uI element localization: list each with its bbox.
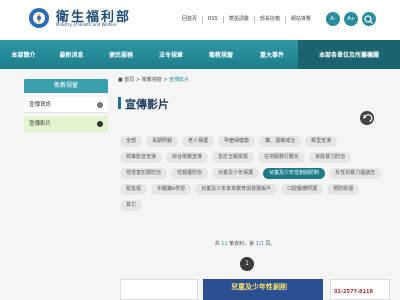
page: 衛生福利部 Ministry of Health and Welfare 回首頁… bbox=[0, 0, 400, 300]
nav-regulations[interactable]: 法令規章 bbox=[146, 40, 196, 69]
sidebar-item-label: 宣傳影片 bbox=[29, 121, 52, 127]
sidebar-heading: 衛教視窗 bbox=[24, 79, 108, 93]
main-nav: 本部簡介 最新消息 便民服務 法令規章 衛教視窗 重大事件 本部各單位及所屬機關 bbox=[0, 40, 400, 69]
ministry-logo-icon[interactable] bbox=[28, 7, 50, 29]
stats-suffix: 頁。 bbox=[265, 241, 276, 247]
top-links: 回首頁 RSS 雙語詞彙 部長信箱 網站導覽 bbox=[177, 16, 316, 23]
filter-tag[interactable]: 家庭暴力防治 bbox=[309, 152, 352, 163]
thumbnail-banner-text: 兒童及少年性剝削 bbox=[231, 283, 287, 291]
filter-tag[interactable]: 預防衛福 bbox=[327, 184, 360, 195]
nav-health-education[interactable]: 衛教視窗 bbox=[196, 40, 246, 69]
nav-services[interactable]: 便民服務 bbox=[96, 40, 146, 69]
sidebar-item-promo-info[interactable]: 宣傳資訊 bbox=[24, 97, 108, 113]
filter-tag[interactable]: 中醫藥e學習 bbox=[151, 184, 192, 195]
toplink-sitemap[interactable]: 網站導覽 bbox=[284, 16, 316, 23]
nav-about[interactable]: 本部簡介 bbox=[0, 40, 47, 69]
video-thumbnail[interactable]: 02-2577-8118 bbox=[330, 279, 390, 300]
filter-tag[interactable]: 兒童及少年性剝削防制 bbox=[263, 168, 326, 179]
toplink-rss[interactable]: RSS bbox=[202, 16, 223, 23]
font-decrease-button[interactable]: A- bbox=[326, 12, 340, 26]
page-1-button[interactable]: 1 bbox=[240, 257, 254, 271]
filter-tag[interactable]: 老人保護 bbox=[182, 136, 215, 147]
video-thumbnail[interactable]: 兒童及少年性剝削 bbox=[203, 279, 323, 300]
filter-tag[interactable]: 鄰里宣導 bbox=[305, 136, 338, 147]
filter-tag[interactable]: 性侵害犯罪防治 bbox=[120, 168, 168, 179]
filter-tag[interactable]: 全部 bbox=[120, 136, 143, 147]
filter-tag[interactable]: 急診五級檢傷 bbox=[212, 152, 255, 163]
toplink-home[interactable]: 回首頁 bbox=[177, 16, 202, 23]
toplink-glossary[interactable]: 雙語詞彙 bbox=[222, 16, 254, 23]
filter-tag[interactable]: 反性別暴力倡議志 bbox=[329, 168, 382, 179]
thumbnail-hotline: 02-2577-8118 bbox=[334, 289, 373, 295]
filter-tag[interactable]: 兒童及少年未來教育與發展帳戶 bbox=[195, 184, 278, 195]
nav-major-events[interactable]: 重大事件 bbox=[246, 40, 298, 69]
site-header: 衛生福利部 Ministry of Health and Welfare 回首頁… bbox=[0, 0, 400, 40]
filter-tag[interactable]: 在地服務行動化 bbox=[258, 152, 306, 163]
filter-tag[interactable]: 綜合衛教宣導 bbox=[166, 152, 209, 163]
stats-count: 11 bbox=[221, 241, 228, 247]
chevron-right-icon bbox=[97, 121, 103, 127]
breadcrumb: ■ 首頁 > 衛教視窗 > 宣傳影片 bbox=[118, 76, 189, 83]
page-title: 宣傳影片 bbox=[125, 98, 169, 111]
video-thumbnail[interactable] bbox=[120, 279, 198, 300]
search-icon bbox=[364, 15, 373, 24]
filter-tag[interactable]: 兒童及少年保護 bbox=[212, 168, 260, 179]
filter-tag[interactable]: 長期照顧 bbox=[146, 136, 179, 147]
filter-tag[interactable]: 口腔醫療照護 bbox=[281, 184, 324, 195]
back-button[interactable] bbox=[360, 111, 374, 125]
breadcrumb-current: 宣傳影片 bbox=[169, 77, 190, 83]
result-stats: 共 11 筆資料，第 1/1 頁。 bbox=[0, 240, 400, 247]
stats-prefix: 共 bbox=[214, 241, 220, 247]
breadcrumb-level1[interactable]: 衛教視窗 bbox=[142, 77, 162, 83]
filter-tag[interactable]: 藥、酒癮戒治 bbox=[259, 136, 302, 147]
stats-page: 1/1 bbox=[255, 241, 264, 247]
stats-mid: 筆資料，第 bbox=[229, 241, 255, 247]
filter-tag[interactable]: 孕產婦健康 bbox=[218, 136, 256, 147]
site-subtitle-en: Ministry of Health and Welfare bbox=[56, 22, 117, 27]
breadcrumb-home[interactable]: 首頁 bbox=[124, 77, 134, 83]
font-increase-button[interactable]: A+ bbox=[344, 12, 358, 26]
nav-news[interactable]: 最新消息 bbox=[47, 40, 96, 69]
filter-tag[interactable]: 緊急傷 bbox=[120, 184, 148, 195]
category-tags: 全部 長期照顧 老人保護 孕產婦健康 藥、酒癮戒治 鄰里宣導政策影音宣導 綜合衛教宣導 急診五… bbox=[120, 136, 382, 211]
sidebar-item-promo-videos[interactable]: 宣傳影片 bbox=[24, 116, 108, 132]
filter-tag[interactable]: 性騷擾防治 bbox=[171, 168, 209, 179]
back-arrow-icon bbox=[362, 114, 373, 123]
home-icon: ■ bbox=[118, 77, 123, 83]
sidebar-item-label: 宣傳資訊 bbox=[29, 102, 52, 108]
chevron-right-icon bbox=[97, 102, 103, 108]
toplink-mailbox[interactable]: 部長信箱 bbox=[253, 16, 285, 23]
filter-tag[interactable]: 政策影音宣導 bbox=[120, 152, 163, 163]
search-button[interactable] bbox=[362, 12, 376, 26]
filter-tag[interactable]: 其它 bbox=[120, 200, 143, 211]
nav-agencies[interactable]: 本部各單位及所屬機關 bbox=[298, 40, 400, 69]
